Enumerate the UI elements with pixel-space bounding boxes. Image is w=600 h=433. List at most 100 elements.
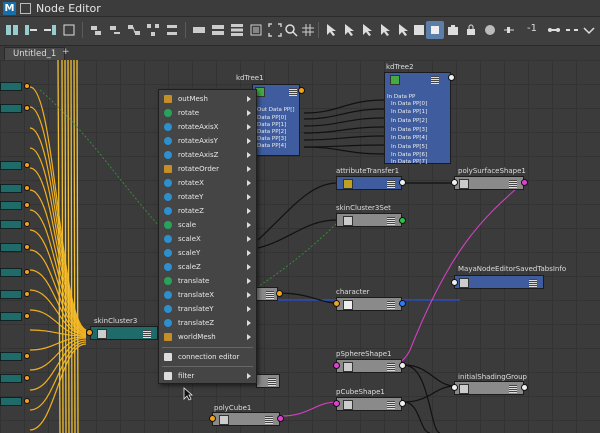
node-body[interactable] [256, 374, 280, 388]
node-mode-icon[interactable] [268, 378, 276, 386]
menu-item-rotatez[interactable]: rotateZ [159, 204, 256, 218]
output-port[interactable] [521, 384, 528, 391]
left-node-stub[interactable] [0, 184, 22, 193]
input-port[interactable] [333, 300, 340, 307]
node-mode-icon[interactable] [387, 401, 395, 409]
left-node-stub[interactable] [0, 161, 22, 170]
search-icon[interactable] [282, 21, 300, 39]
node-body[interactable] [454, 275, 544, 289]
menu-item-filter[interactable]: filter [159, 369, 256, 383]
menu-item-rotatex[interactable]: rotateX [159, 176, 256, 190]
node-mode-icon[interactable] [509, 180, 517, 188]
output-port[interactable] [24, 202, 30, 208]
menu-item-rotatey[interactable]: rotateY [159, 190, 256, 204]
select-arrow-grid-icon[interactable] [340, 21, 358, 39]
output-port[interactable] [24, 105, 30, 111]
input-port[interactable] [209, 415, 216, 422]
node-body[interactable] [212, 412, 280, 426]
menu-item-translate[interactable]: translate [159, 274, 256, 288]
expand-icon[interactable] [580, 21, 598, 39]
output-port[interactable] [24, 353, 30, 359]
select-arrow-snap-icon[interactable] [358, 21, 376, 39]
node-mode-icon[interactable] [265, 416, 273, 424]
node-body[interactable] [90, 326, 158, 340]
node-mode-icon[interactable] [387, 363, 395, 371]
relayout-icon[interactable] [163, 21, 181, 39]
menu-item-rotateorder[interactable]: rotateOrder [159, 162, 256, 176]
menu-item-scalez[interactable]: scaleZ [159, 260, 256, 274]
disconnect-icon[interactable] [563, 21, 581, 39]
input-port[interactable] [333, 362, 340, 369]
output-port[interactable] [399, 300, 406, 307]
node-mode-icon[interactable] [431, 76, 439, 84]
output-connections-icon[interactable] [41, 21, 59, 39]
input-port[interactable] [451, 279, 458, 286]
menu-item-rotateaxisy[interactable]: rotateAxisY [159, 134, 256, 148]
input-port[interactable] [333, 400, 340, 407]
menu-item-scale[interactable]: scale [159, 218, 256, 232]
add-selected-icon[interactable] [87, 21, 105, 39]
input-port[interactable] [451, 384, 458, 391]
output-port[interactable] [24, 398, 30, 404]
node-body[interactable] [256, 287, 278, 301]
input-port[interactable] [86, 329, 93, 336]
left-node-stub[interactable] [0, 312, 22, 321]
node-view-icon[interactable] [426, 21, 444, 39]
node-body[interactable] [336, 176, 402, 190]
output-port[interactable] [24, 291, 30, 297]
output-port[interactable] [24, 244, 30, 250]
connected-mode-icon[interactable] [209, 21, 227, 39]
node-body[interactable] [454, 176, 524, 190]
clear-graph-icon[interactable] [60, 21, 78, 39]
node-mode-icon[interactable] [143, 330, 151, 338]
node-mode-icon[interactable] [509, 385, 517, 393]
node-mode-icon[interactable] [387, 301, 395, 309]
input-connections-icon[interactable] [22, 21, 40, 39]
menu-item-translatex[interactable]: translateX [159, 288, 256, 302]
node-body[interactable]: Out Data PP[] Data PP[0] Data PP[1] Data… [252, 84, 300, 156]
menu-item-worldmesh[interactable]: worldMesh [159, 330, 256, 344]
output-port[interactable] [399, 179, 406, 186]
node-body[interactable]: In Data PP In Data PP[0] In Data PP[1] I… [384, 72, 451, 165]
menu-item-scaley[interactable]: scaleY [159, 246, 256, 260]
swatch-size-field[interactable]: -1 [527, 23, 537, 34]
left-node-stub[interactable] [0, 243, 22, 252]
left-node-stub[interactable] [0, 352, 22, 361]
tab-untitled-1[interactable]: Untitled_1 [4, 47, 66, 60]
full-mode-icon[interactable] [228, 21, 246, 39]
menu-item-rotateaxisx[interactable]: rotateAxisX [159, 120, 256, 134]
output-port[interactable] [276, 290, 283, 297]
node-body[interactable] [336, 297, 402, 311]
output-port[interactable] [24, 221, 30, 227]
left-node-stub[interactable] [0, 220, 22, 229]
rearrange-icon[interactable] [144, 21, 162, 39]
output-port[interactable] [24, 375, 30, 381]
input-output-icon[interactable] [3, 21, 21, 39]
node-mode-icon[interactable] [289, 88, 297, 96]
input-port[interactable] [451, 179, 458, 186]
output-port[interactable] [448, 74, 455, 81]
left-node-stub[interactable] [0, 290, 22, 299]
output-port[interactable] [24, 269, 30, 275]
menu-item-scalex[interactable]: scaleX [159, 232, 256, 246]
output-port[interactable] [24, 313, 30, 319]
remove-selected-icon[interactable] [106, 21, 124, 39]
menu-item-translatez[interactable]: translateZ [159, 316, 256, 330]
select-arrow-align-icon[interactable] [376, 21, 394, 39]
output-port[interactable] [24, 185, 30, 191]
output-port[interactable] [24, 83, 30, 89]
menu-item-outmesh[interactable]: outMesh [159, 92, 256, 106]
camera-icon[interactable] [444, 21, 462, 39]
left-node-stub[interactable] [0, 201, 22, 210]
custom-mode-icon[interactable] [247, 21, 265, 39]
menu-item-rotateaxisz[interactable]: rotateAxisZ [159, 148, 256, 162]
slider-icon[interactable] [500, 21, 518, 39]
node-mode-icon[interactable] [266, 291, 274, 299]
lock-icon[interactable] [462, 21, 480, 39]
connect-icon[interactable] [545, 21, 563, 39]
node-body[interactable] [454, 381, 524, 395]
node-mode-icon[interactable] [387, 180, 395, 188]
output-port[interactable] [399, 362, 406, 369]
add-tab-button[interactable]: + [62, 47, 70, 57]
menu-item-rotate[interactable]: rotate [159, 106, 256, 120]
